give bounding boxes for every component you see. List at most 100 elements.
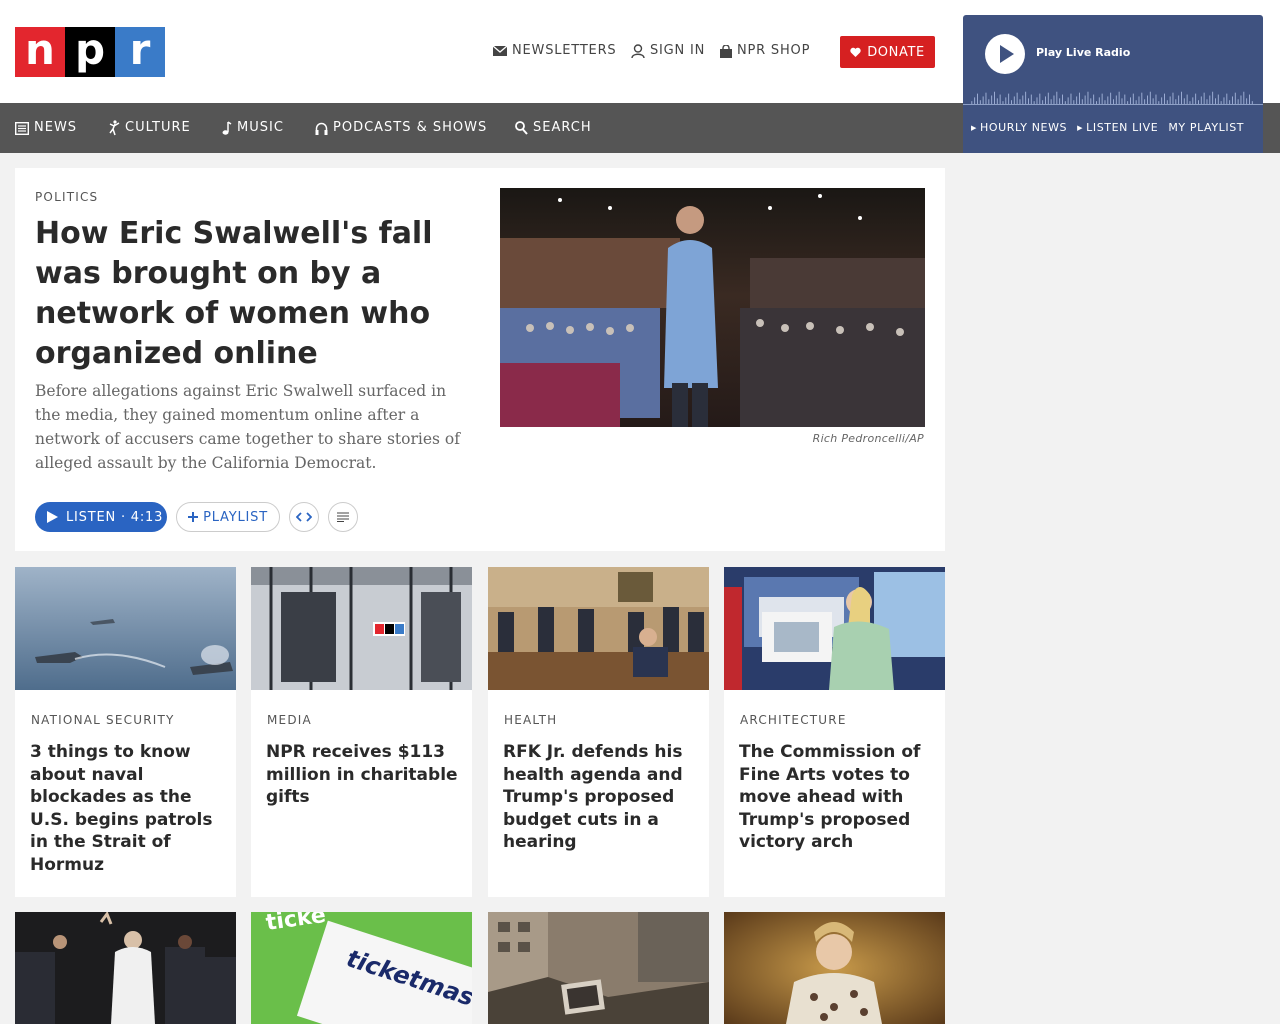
featured-story-image[interactable] [500, 188, 925, 427]
waveform-bar [1050, 99, 1052, 104]
waveform-bar [1181, 91, 1182, 104]
waveform-bar [1130, 97, 1131, 104]
waveform-bar [1090, 98, 1092, 104]
waveform-bar [1217, 94, 1219, 104]
waveform-bar [1178, 95, 1180, 104]
waveform-bar [1186, 94, 1188, 104]
featured-story-teaser[interactable]: Before allegations against Eric Swalwell… [35, 379, 475, 475]
transcript-button[interactable] [328, 502, 358, 532]
play-live-radio-button[interactable] [985, 34, 1025, 74]
waveform-bar [1030, 94, 1032, 104]
waveform-bar [1203, 92, 1205, 104]
newsletters-link[interactable]: NEWSLETTERS [493, 43, 616, 59]
logo-letter-p: p [65, 27, 115, 77]
story-title[interactable]: NPR receives $113 million in charitable … [266, 741, 462, 809]
waveform-bar [985, 92, 987, 104]
waveform-bar [1166, 100, 1168, 104]
npr-shop-link[interactable]: NPR SHOP [720, 43, 810, 59]
newsletters-label: NEWSLETTERS [512, 43, 617, 58]
user-icon [631, 44, 645, 58]
story-card[interactable]: MEDIA NPR receives $113 million in chari… [251, 567, 472, 897]
logo-letter-r: r [115, 27, 165, 77]
waveform-bar [1118, 91, 1120, 104]
waveform-bar [1067, 97, 1069, 104]
waveform-bar [1098, 97, 1100, 104]
nav-item-news[interactable]: NEWS [15, 120, 77, 136]
nav-item-podcasts-shows[interactable]: PODCASTS & SHOWS [315, 120, 487, 136]
nav-item-culture[interactable]: CULTURE [108, 120, 191, 136]
story-image[interactable] [488, 912, 709, 1024]
waveform-bar [1158, 101, 1160, 104]
heart-icon [850, 47, 861, 57]
player-links: ▶ HOURLY NEWS ▶ LISTEN LIVE MY PLAYLIST [971, 121, 1244, 134]
waveform-bar [1107, 96, 1109, 104]
waveform-bar [1016, 92, 1018, 104]
waveform-bar [1240, 95, 1242, 104]
story-image[interactable] [724, 567, 945, 690]
story-section[interactable]: ARCHITECTURE [740, 713, 847, 727]
story-card[interactable]: NATIONAL SECURITY 3 things to know about… [15, 567, 236, 897]
nav-item-music[interactable]: MUSIC [222, 120, 284, 136]
listen-live-link[interactable]: ▶ LISTEN LIVE [1077, 121, 1158, 134]
donate-button[interactable]: DONATE [840, 36, 935, 68]
play-live-radio-label[interactable]: Play Live Radio [1036, 46, 1130, 59]
story-image[interactable] [251, 567, 472, 690]
waveform-bar [1084, 95, 1086, 104]
waveform-bar [1079, 92, 1080, 104]
transcript-icon [337, 512, 349, 522]
listen-label: LISTEN · 4:13 [66, 509, 164, 525]
waveform-bar [1189, 101, 1191, 104]
nav-item-search[interactable]: SEARCH [515, 120, 592, 136]
embed-button[interactable] [289, 502, 319, 532]
waveform-bar [1234, 92, 1236, 104]
search-icon [515, 121, 528, 135]
waveform-bar [1011, 100, 1012, 104]
waveform-bar [1045, 96, 1046, 104]
waveform-bar [1022, 95, 1024, 104]
story-section[interactable]: MEDIA [267, 713, 312, 727]
waveform-bar [999, 94, 1001, 104]
waveform-bar [1110, 92, 1112, 104]
npr-logo[interactable]: n p r [15, 27, 165, 77]
waveform-bar [1209, 95, 1211, 104]
story-image[interactable] [15, 912, 236, 1024]
waveform-bar [1161, 97, 1163, 104]
add-to-playlist-button[interactable]: PLAYLIST [176, 502, 280, 532]
waveform-bar [1121, 98, 1123, 104]
story-card[interactable]: HEALTH RFK Jr. defends his health agenda… [488, 567, 709, 897]
featured-story-title[interactable]: How Eric Swalwell's fall was brought on … [35, 214, 475, 374]
waveform-bar [1164, 93, 1165, 104]
listen-button[interactable]: LISTEN · 4:13 [35, 502, 167, 532]
waveform-bar [1073, 100, 1075, 104]
plus-icon [188, 512, 199, 522]
story-image[interactable] [488, 567, 709, 690]
waveform-bar [977, 93, 978, 104]
story-image[interactable]: ticke ticketmaster [251, 912, 472, 1024]
nav-label-music: MUSIC [237, 120, 284, 135]
npr-shop-label: NPR SHOP [737, 43, 811, 58]
waveform-bar [974, 97, 976, 104]
waveform-bar [1115, 95, 1117, 104]
waveform-bar [1047, 92, 1049, 104]
story-title[interactable]: RFK Jr. defends his health agenda and Tr… [503, 741, 699, 854]
waveform-bar [1101, 93, 1103, 104]
story-title[interactable]: 3 things to know about naval blockades a… [30, 741, 226, 876]
my-playlist-link[interactable]: MY PLAYLIST [1168, 121, 1244, 134]
sign-in-link[interactable]: SIGN IN [631, 43, 705, 59]
story-card[interactable]: ARCHITECTURE The Commission of Fine Arts… [724, 567, 945, 897]
featured-story-section[interactable]: POLITICS [35, 190, 98, 204]
waveform-bar [1025, 91, 1027, 104]
waveform-bar [1183, 98, 1185, 104]
story-section[interactable]: HEALTH [504, 713, 557, 727]
waveform-bar [979, 100, 981, 104]
story-title[interactable]: The Commission of Fine Arts votes to mov… [739, 741, 935, 854]
waveform-bar [1215, 98, 1216, 104]
hourly-news-link[interactable]: ▶ HOURLY NEWS [971, 121, 1067, 134]
waveform-bar [1013, 96, 1015, 104]
waveform-bar [1144, 99, 1146, 104]
story-image[interactable] [724, 912, 945, 1024]
story-image[interactable] [15, 567, 236, 690]
waveform-bar [1195, 93, 1197, 104]
waveform-bar [1220, 101, 1222, 104]
story-section[interactable]: NATIONAL SECURITY [31, 713, 175, 727]
